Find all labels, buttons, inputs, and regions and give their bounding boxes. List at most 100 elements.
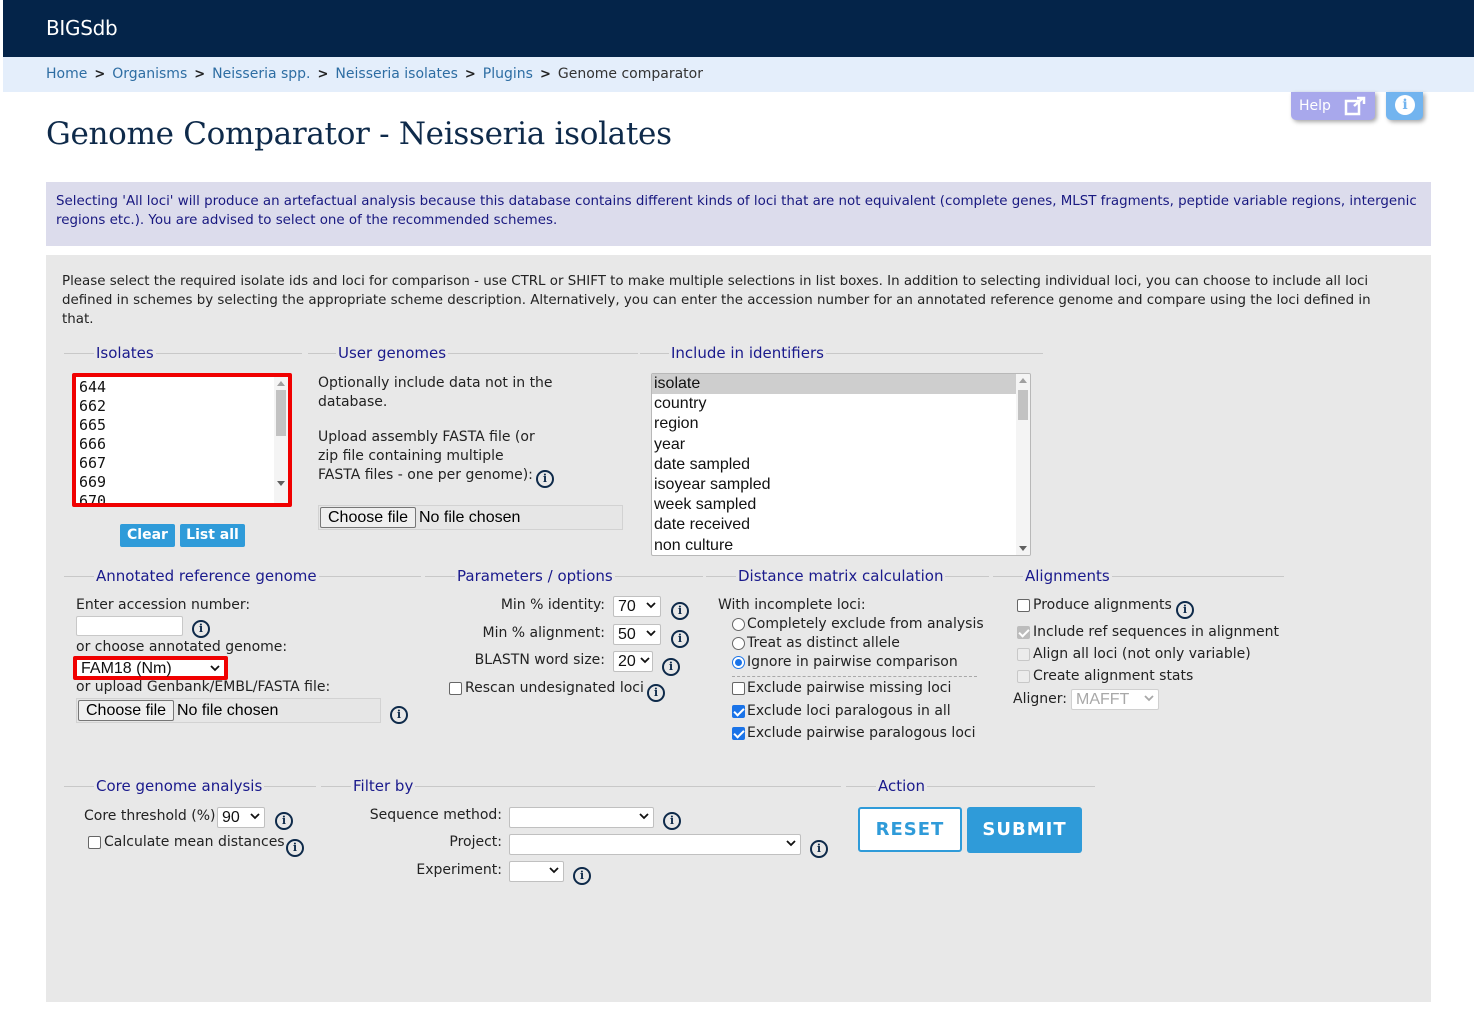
divider <box>732 676 977 677</box>
info-icon[interactable]: i <box>275 812 293 830</box>
exclude-pairwise-missing-checkbox[interactable] <box>732 682 745 695</box>
rescan-label: Rescan undesignated loci <box>465 680 644 696</box>
choose-file-button[interactable]: Choose file <box>320 507 417 528</box>
identifier-option[interactable]: date received <box>652 515 1030 535</box>
isolate-option[interactable]: 666 <box>79 435 106 454</box>
info-icon[interactable]: i <box>286 839 304 857</box>
no-file-chosen-text: No file chosen <box>419 509 521 526</box>
info-icon[interactable]: i <box>573 867 591 885</box>
radio-ignore-pairwise[interactable] <box>732 656 745 669</box>
mean-distances-checkbox[interactable] <box>88 836 101 849</box>
scroll-down-arrow-icon[interactable] <box>277 481 285 486</box>
sequence-method-select[interactable] <box>509 807 654 828</box>
identifier-option-selected[interactable]: isolate <box>652 374 1030 395</box>
alignments-legend: Alignments <box>1023 566 1112 586</box>
identifier-option[interactable]: non culture <box>652 536 1030 556</box>
min-alignment-select[interactable]: 50 <box>613 624 661 645</box>
info-icon[interactable]: i <box>663 812 681 830</box>
info-icon[interactable]: i <box>662 658 680 676</box>
min-identity-select[interactable]: 70 <box>613 596 661 617</box>
isolate-option[interactable]: 665 <box>79 416 106 435</box>
identifier-option[interactable]: year <box>652 435 1030 455</box>
scroll-up-arrow-icon[interactable] <box>277 381 285 386</box>
core-threshold-select[interactable]: 90 <box>217 807 265 828</box>
exclude-pairwise-paralogous-checkbox[interactable] <box>732 727 745 740</box>
list-all-button[interactable]: List all <box>180 524 245 547</box>
identifier-option[interactable]: week sampled <box>652 495 1030 515</box>
info-icon[interactable]: i <box>810 840 828 858</box>
reset-button[interactable]: RESET <box>858 807 962 852</box>
external-link-icon <box>1344 96 1366 116</box>
identifiers-listbox[interactable]: isolate country region year date sampled… <box>651 373 1031 556</box>
scroll-up-arrow-icon[interactable] <box>1019 378 1027 383</box>
project-select[interactable] <box>509 834 801 855</box>
info-icon[interactable]: i <box>671 630 689 648</box>
word-size-select[interactable]: 20 <box>613 651 653 672</box>
breadcrumb-plugins[interactable]: Plugins <box>483 66 533 82</box>
min-alignment-value: 50 <box>618 626 636 643</box>
site-brand[interactable]: BIGSdb <box>46 16 118 40</box>
alignment-stats-checkbox[interactable] <box>1017 670 1030 683</box>
breadcrumb-home[interactable]: Home <box>46 66 87 82</box>
identifier-option[interactable]: date sampled <box>652 455 1030 475</box>
fasta-file-input[interactable]: Choose file No file chosen <box>318 505 623 530</box>
chevron-down-icon <box>639 813 649 820</box>
core-genome-legend: Core genome analysis <box>94 776 265 796</box>
isolates-listbox[interactable]: 644 662 665 666 667 669 670 <box>72 373 292 507</box>
radio-completely-exclude[interactable] <box>732 618 745 631</box>
submit-button[interactable]: SUBMIT <box>967 807 1082 853</box>
accession-label: Enter accession number: <box>76 597 251 613</box>
align-all-checkbox[interactable] <box>1017 648 1030 661</box>
breadcrumb-organisms[interactable]: Organisms <box>112 66 187 82</box>
isolate-option[interactable]: 669 <box>79 473 106 492</box>
radio-distinct-allele[interactable] <box>732 637 745 650</box>
chevron-down-icon <box>646 630 656 637</box>
experiment-label: Experiment: <box>416 862 502 878</box>
info-icon[interactable]: i <box>536 470 554 488</box>
breadcrumb-neisseria-isolates[interactable]: Neisseria isolates <box>335 66 457 82</box>
experiment-select[interactable] <box>509 861 564 882</box>
identifier-option[interactable]: isoyear sampled <box>652 475 1030 495</box>
isolates-scrollbar[interactable] <box>274 377 288 503</box>
identifiers-scrollbar[interactable] <box>1016 374 1030 555</box>
help-button[interactable]: Help <box>1291 92 1375 120</box>
info-button[interactable]: i <box>1386 92 1423 120</box>
isolate-option[interactable]: 670 <box>79 492 106 503</box>
produce-alignments-label: Produce alignments <box>1033 597 1172 613</box>
include-ref-checkbox[interactable] <box>1017 626 1030 639</box>
info-icon[interactable]: i <box>390 706 408 724</box>
sequence-method-label: Sequence method: <box>369 807 502 823</box>
breadcrumb-separator: > <box>194 67 206 82</box>
genbank-file-input[interactable]: Choose file No file chosen <box>76 698 381 723</box>
project-label: Project: <box>449 834 502 850</box>
info-icon[interactable]: i <box>192 620 210 638</box>
info-icon[interactable]: i <box>1176 601 1194 619</box>
choose-file-button[interactable]: Choose file <box>78 700 175 721</box>
chevron-down-icon <box>640 657 650 664</box>
accession-input[interactable] <box>76 616 183 636</box>
scroll-thumb[interactable] <box>1018 390 1028 420</box>
aligner-select[interactable]: MAFFT <box>1071 689 1159 710</box>
parameters-legend: Parameters / options <box>455 566 615 586</box>
clear-button[interactable]: Clear <box>120 524 175 547</box>
isolate-option[interactable]: 644 <box>79 378 106 397</box>
identifier-option[interactable]: country <box>652 394 1030 414</box>
annotated-genome-select[interactable]: FAM18 (Nm) <box>73 656 228 680</box>
isolate-option[interactable]: 667 <box>79 454 106 473</box>
breadcrumb-separator: > <box>94 67 106 82</box>
rescan-checkbox[interactable] <box>449 682 462 695</box>
core-threshold-label: Core threshold (%): <box>84 808 221 824</box>
isolate-option[interactable]: 662 <box>79 397 106 416</box>
identifier-option[interactable]: region <box>652 414 1030 434</box>
exclude-paralogous-all-checkbox[interactable] <box>732 705 745 718</box>
breadcrumb-neisseria-spp[interactable]: Neisseria spp. <box>212 66 310 82</box>
distance-matrix-legend: Distance matrix calculation <box>736 566 946 586</box>
scroll-thumb[interactable] <box>276 390 286 436</box>
produce-alignments-checkbox[interactable] <box>1017 599 1030 612</box>
no-file-chosen-text: No file chosen <box>177 702 279 719</box>
word-size-label: BLASTN word size: <box>474 652 605 668</box>
scroll-down-arrow-icon[interactable] <box>1019 546 1027 551</box>
info-icon[interactable]: i <box>671 602 689 620</box>
info-icon[interactable]: i <box>647 684 665 702</box>
warning-message: Selecting 'All loci' will produce an art… <box>46 182 1431 246</box>
